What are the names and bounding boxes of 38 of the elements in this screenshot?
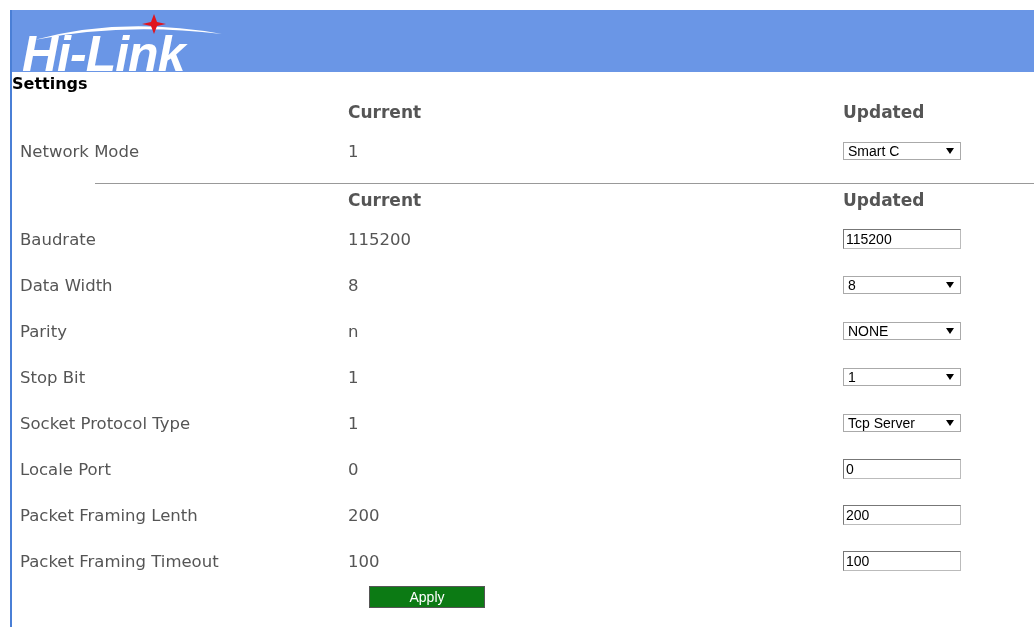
field-label: Baudrate [20, 229, 97, 249]
field-label: Network Mode [20, 141, 141, 161]
current-value: 1 [348, 367, 360, 387]
column-header: Current [348, 190, 423, 210]
current-value: 8 [348, 275, 360, 295]
dropdown[interactable]: 8 [843, 276, 961, 294]
input-field[interactable]: 200 [843, 505, 961, 525]
dropdown[interactable]: Smart C [843, 142, 961, 160]
caret-icon [946, 282, 954, 288]
apply-button[interactable]: Apply [369, 586, 485, 608]
field-label: Data Width [20, 275, 114, 295]
caret-icon [946, 148, 954, 154]
current-value: 1 [348, 413, 360, 433]
input-field[interactable]: 100 [843, 551, 961, 571]
input-field[interactable]: 115200 [843, 229, 961, 249]
dropdown[interactable]: Tcp Server [843, 414, 961, 432]
field-label: Packet Framing Timeout [20, 551, 220, 571]
field-label: Socket Protocol Type [20, 413, 192, 433]
caret-icon [946, 328, 954, 334]
caret-icon [946, 374, 954, 380]
column-header: Updated [843, 190, 926, 210]
field-label: Stop Bit [20, 367, 87, 387]
current-value: 100 [348, 551, 381, 571]
dropdown[interactable]: 1 [843, 368, 961, 386]
column-header: Updated [843, 102, 926, 122]
page-title: Settings [12, 73, 89, 95]
dropdown[interactable]: NONE [843, 322, 961, 340]
current-value: 115200 [348, 229, 412, 249]
current-value: 0 [348, 459, 360, 479]
field-label: Parity [20, 321, 68, 341]
field-label: Packet Framing Lenth [20, 505, 199, 525]
current-value: 1 [348, 141, 360, 161]
caret-icon [946, 420, 954, 426]
input-field[interactable]: 0 [843, 459, 961, 479]
column-header: Current [348, 102, 423, 122]
current-value: n [348, 321, 360, 341]
field-label: Locale Port [20, 459, 112, 479]
current-value: 200 [348, 505, 381, 525]
